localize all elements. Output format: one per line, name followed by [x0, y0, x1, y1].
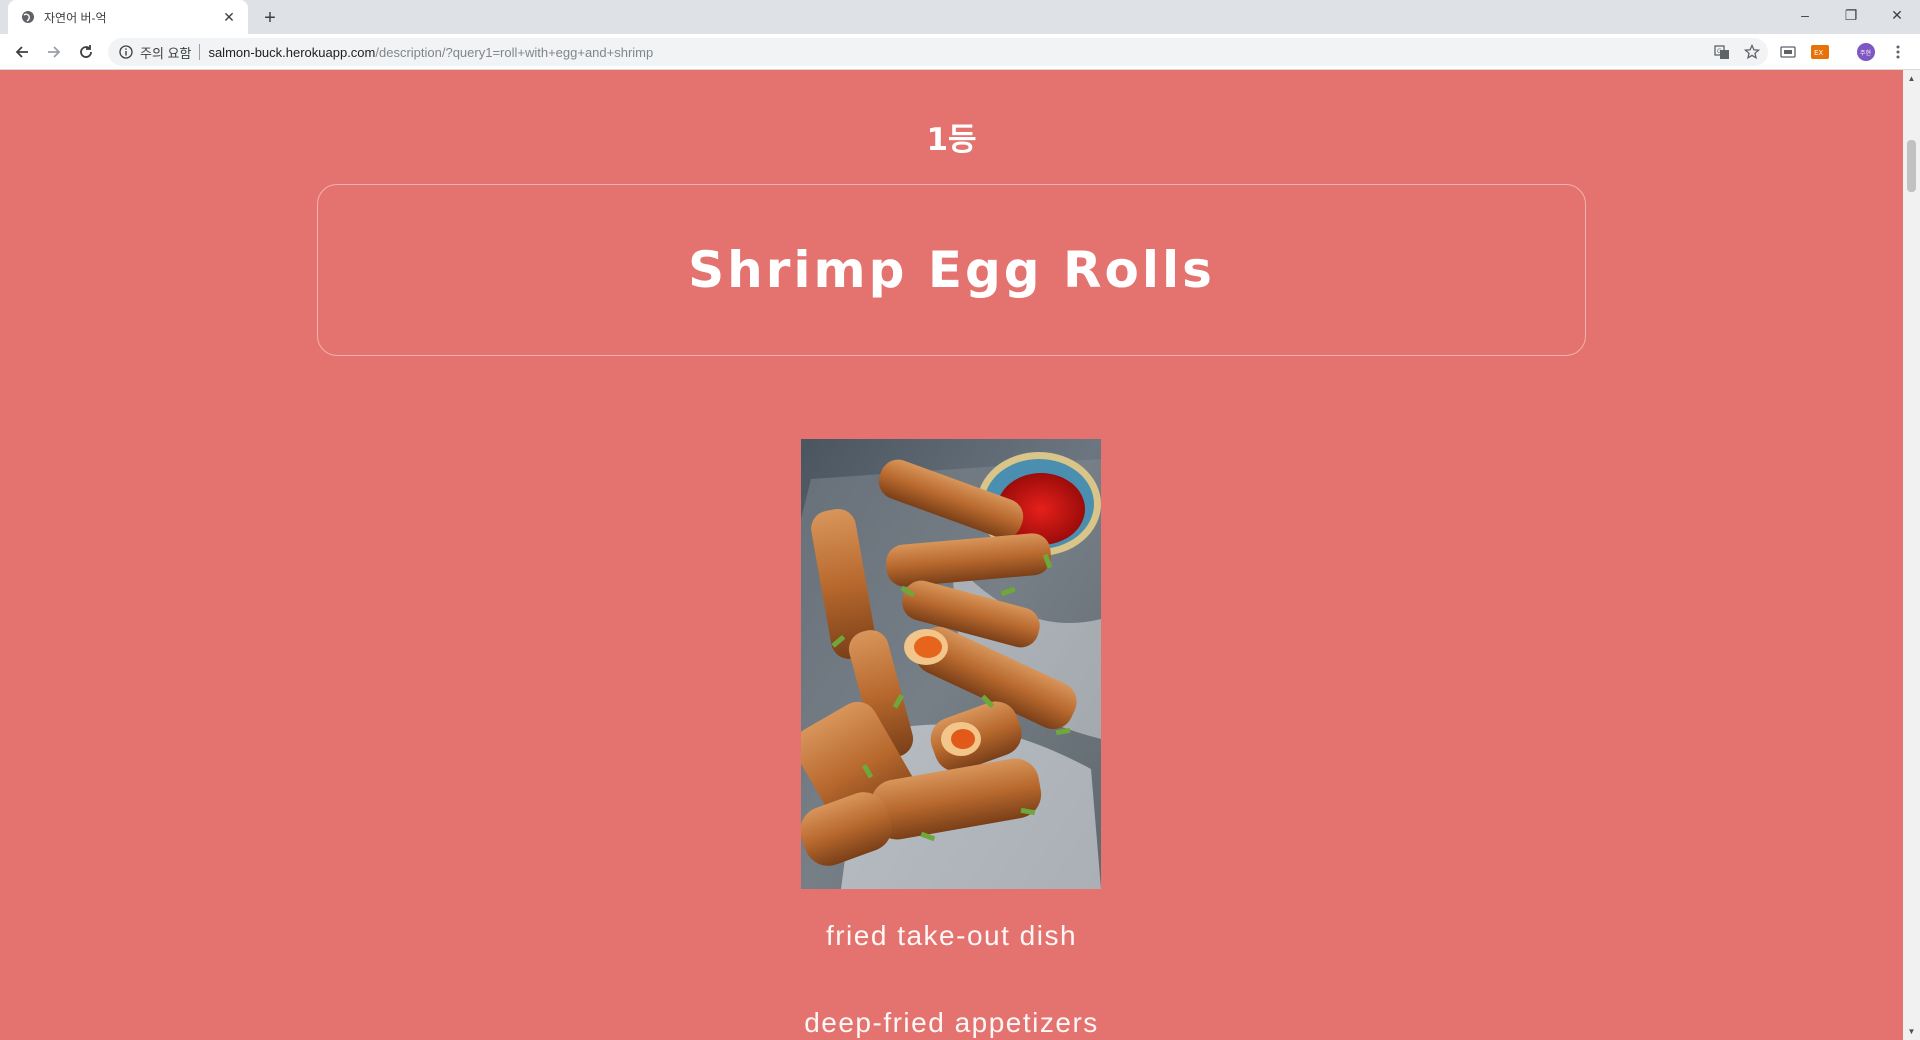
dish-name: Shrimp Egg Rolls — [688, 241, 1215, 299]
dish-description-1: fried take-out dish — [825, 920, 1078, 951]
dish-description-2: deep-fried appetizers — [804, 1007, 1099, 1038]
window-close-button[interactable]: ✕ — [1874, 0, 1920, 30]
new-tab-button[interactable]: + — [259, 7, 281, 29]
star-icon[interactable] — [1743, 43, 1761, 65]
dish-name-card: Shrimp Egg Rolls — [317, 184, 1586, 356]
menu-icon[interactable] — [1888, 42, 1908, 62]
url-host: salmon-buck.herokuapp.com — [208, 44, 376, 60]
cast-icon[interactable] — [1778, 42, 1798, 62]
page-scrollbar[interactable]: ▲ ▼ — [1903, 70, 1920, 1040]
scroll-down-icon[interactable]: ▼ — [1903, 1023, 1920, 1040]
back-icon[interactable] — [10, 40, 34, 64]
divider — [199, 44, 201, 60]
tab-close-icon[interactable]: ✕ — [220, 8, 238, 26]
address-bar[interactable]: 주의 요함 salmon-buck.herokuapp.com /descrip… — [108, 38, 1768, 66]
minimize-button[interactable]: – — [1782, 0, 1828, 30]
tab-strip: 자연어 버-억 ✕ + – ❐ ✕ — [0, 0, 1920, 34]
info-icon[interactable] — [118, 44, 134, 60]
reload-icon[interactable] — [74, 40, 98, 64]
profile-initials: 주현 — [1860, 49, 1871, 57]
security-label: 주의 요함 — [140, 45, 192, 61]
scrollbar-thumb[interactable] — [1907, 140, 1916, 192]
svg-text:G: G — [1717, 48, 1722, 55]
scroll-up-icon[interactable]: ▲ — [1903, 70, 1920, 87]
translate-icon[interactable]: G — [1714, 44, 1730, 65]
dish-photo — [801, 439, 1101, 889]
browser-toolbar: 주의 요함 salmon-buck.herokuapp.com /descrip… — [0, 34, 1920, 70]
forward-icon[interactable] — [42, 40, 66, 64]
browser-tab[interactable]: 자연어 버-억 ✕ — [8, 0, 248, 34]
profile-icon[interactable]: 주현 — [1856, 42, 1876, 62]
tab-title: 자연어 버-억 — [44, 10, 107, 25]
extension-icon[interactable]: EX — [1810, 42, 1830, 62]
rank-heading: 1등 — [926, 122, 977, 158]
page-content: 1등 Shrimp Egg Rolls fried take-out dish … — [0, 70, 1903, 1040]
globe-icon — [20, 9, 36, 25]
maximize-button[interactable]: ❐ — [1828, 0, 1874, 30]
url-path: /description/?query1=roll+with+egg+and+s… — [375, 44, 654, 60]
extension-label: EX — [1814, 49, 1823, 57]
